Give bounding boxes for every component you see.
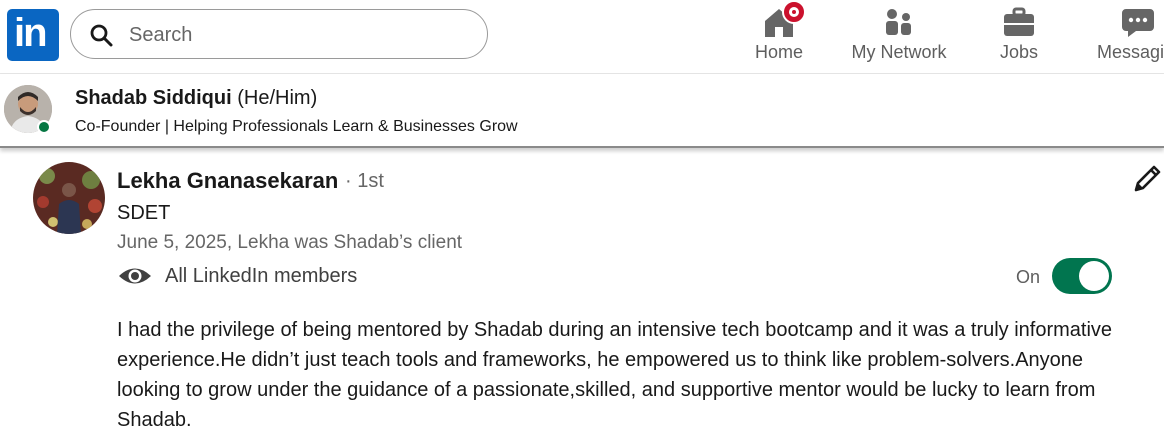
search-box[interactable] — [70, 9, 488, 59]
toggle-knob — [1079, 261, 1109, 291]
nav-label-messaging: Messaging — [1097, 42, 1164, 62]
nav-jobs[interactable]: Jobs — [985, 0, 1053, 73]
recommender-name[interactable]: Lekha Gnanasekaran — [117, 168, 338, 194]
search-icon — [90, 24, 113, 47]
nav-home[interactable]: Home — [740, 0, 818, 73]
nav-my-network[interactable]: My Network — [845, 0, 953, 73]
linkedin-logo[interactable]: in — [7, 9, 59, 61]
recommender-avatar-image — [33, 162, 105, 234]
visibility-toggle[interactable] — [1052, 258, 1112, 294]
nav-messaging[interactable]: Messaging — [1094, 0, 1164, 73]
messaging-icon — [1122, 9, 1154, 37]
recommender-avatar[interactable] — [33, 162, 105, 234]
notification-badge — [782, 0, 806, 24]
nav-label-my-network: My Network — [851, 42, 947, 62]
recommendation-text: I had the privilege of being mentored by… — [117, 319, 1113, 431]
eye-icon — [119, 268, 151, 284]
connection-degree: · 1st — [345, 170, 384, 192]
nav-label-home: Home — [754, 42, 803, 62]
online-status-indicator — [37, 120, 51, 134]
toggle-state-label: On — [1016, 267, 1041, 287]
nav-label-jobs: Jobs — [999, 42, 1039, 62]
profile-name[interactable]: Shadab Siddiqui — [75, 87, 232, 109]
briefcase-icon — [1004, 7, 1034, 36]
profile-headline: Co-Founder | Helping Professionals Learn… — [75, 118, 518, 135]
profile-name-line: Shadab Siddiqui (He/Him) — [75, 87, 317, 110]
logo-text: in — [14, 11, 48, 55]
profile-header: Shadab Siddiqui (He/Him) Co-Founder | He… — [0, 74, 1164, 148]
profile-pronouns: (He/Him) — [237, 87, 318, 109]
visibility-label: All LinkedIn members — [165, 265, 358, 287]
network-icon — [886, 9, 911, 35]
pencil-icon[interactable] — [1130, 162, 1164, 196]
search-input[interactable] — [129, 20, 469, 50]
recommendation-date: June 5, 2025, Lekha was Shadab’s client — [117, 232, 463, 253]
recommender-title: SDET — [117, 202, 171, 224]
top-navigation: in Home My Network Jobs — [0, 0, 1164, 74]
